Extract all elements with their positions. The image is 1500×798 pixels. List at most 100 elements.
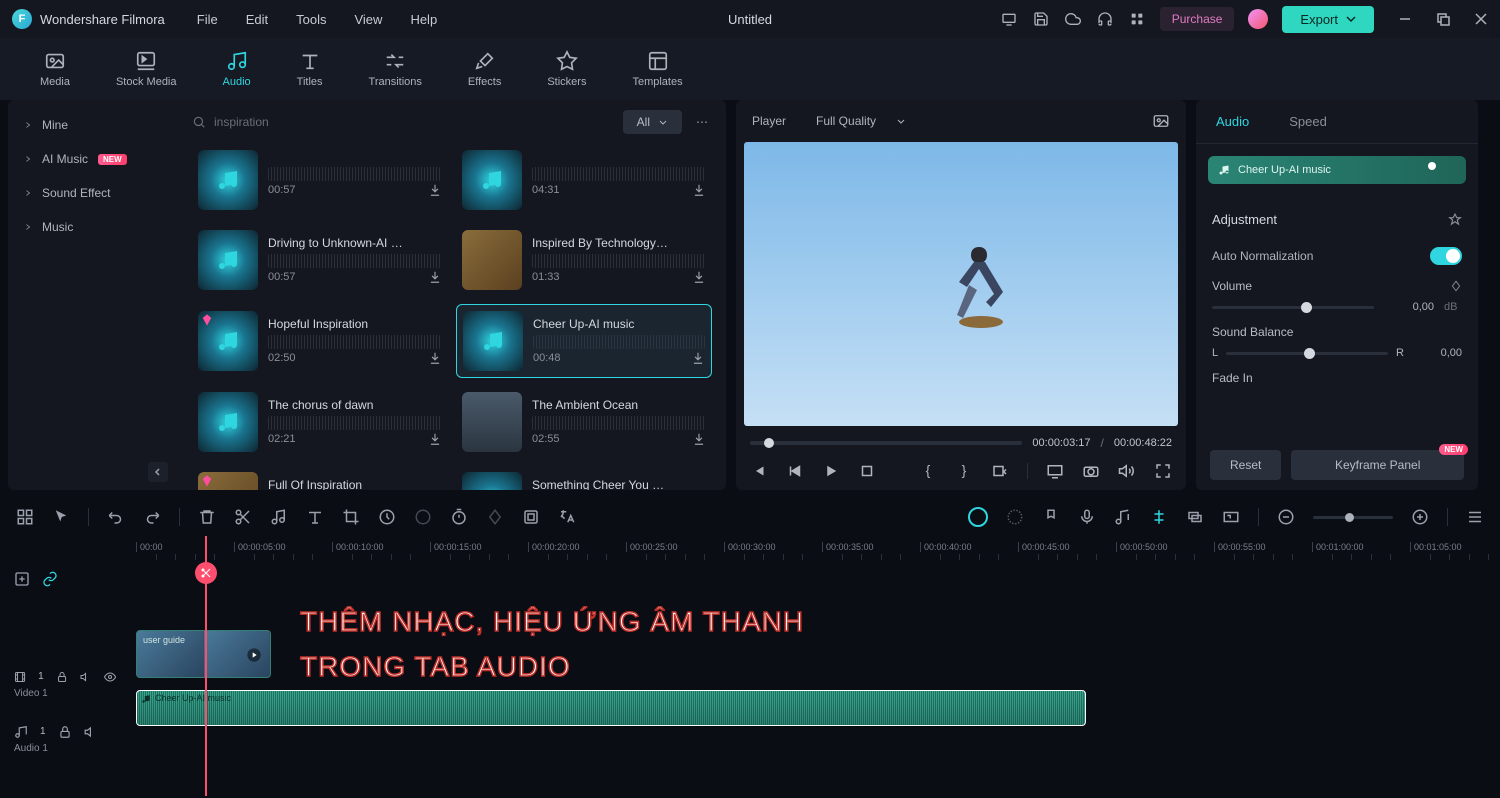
- audio-card[interactable]: The Ambient Ocean 02:55: [456, 386, 712, 458]
- video-lane[interactable]: user guide THÊM NHẠC, HIỆU ỨNG ÂM THANH …: [130, 624, 1500, 684]
- zoom-out-icon[interactable]: [1277, 508, 1295, 526]
- play-icon[interactable]: [822, 462, 840, 480]
- music-beat-icon[interactable]: [270, 508, 288, 526]
- balance-value[interactable]: 0,00: [1412, 347, 1462, 359]
- link-icon[interactable]: [42, 571, 58, 587]
- tab-stickers[interactable]: Stickers: [547, 50, 586, 88]
- prev-frame-icon[interactable]: [750, 462, 768, 480]
- video-clip[interactable]: user guide: [136, 630, 271, 678]
- color-icon[interactable]: [414, 508, 432, 526]
- undo-icon[interactable]: [107, 508, 125, 526]
- menu-view[interactable]: View: [354, 12, 382, 27]
- reset-button[interactable]: Reset: [1210, 450, 1281, 480]
- props-tab-speed[interactable]: Speed: [1269, 100, 1347, 143]
- clip-options-icon[interactable]: [991, 462, 1009, 480]
- speed-icon[interactable]: [378, 508, 396, 526]
- menu-help[interactable]: Help: [410, 12, 437, 27]
- tab-transitions[interactable]: Transitions: [369, 50, 422, 88]
- text-icon[interactable]: [306, 508, 324, 526]
- volume-value[interactable]: 0,00: [1384, 301, 1434, 313]
- fullscreen-icon[interactable]: [1154, 462, 1172, 480]
- audio-card[interactable]: 00:57: [192, 144, 448, 216]
- split-icon[interactable]: [234, 508, 252, 526]
- mixer-icon[interactable]: [1114, 508, 1132, 526]
- render-button[interactable]: [968, 507, 988, 527]
- sidebar-item-mine[interactable]: Mine: [8, 108, 178, 142]
- layout-icon[interactable]: [16, 508, 34, 526]
- props-tab-audio[interactable]: Audio: [1196, 100, 1269, 143]
- balance-slider[interactable]: [1226, 352, 1388, 355]
- add-track-icon[interactable]: [14, 571, 30, 587]
- tab-titles[interactable]: Titles: [297, 50, 323, 88]
- download-icon[interactable]: [428, 270, 442, 284]
- tab-templates[interactable]: Templates: [632, 50, 682, 88]
- tab-media[interactable]: Media: [40, 50, 70, 88]
- volume-slider[interactable]: [1212, 306, 1374, 309]
- keyframe-diamond-icon[interactable]: [1450, 280, 1462, 292]
- stop-icon[interactable]: [858, 462, 876, 480]
- timeline-ruler[interactable]: 00:0000:00:05:0000:00:10:0000:00:15:0000…: [130, 536, 1500, 564]
- ratio-icon[interactable]: [1222, 508, 1240, 526]
- mask-icon[interactable]: [522, 508, 540, 526]
- visibility-icon[interactable]: [104, 670, 116, 684]
- mark-in-icon[interactable]: {: [919, 462, 937, 480]
- keyframe-panel-button[interactable]: Keyframe PanelNEW: [1291, 450, 1464, 480]
- mute-icon[interactable]: [80, 670, 92, 684]
- sidebar-collapse-button[interactable]: [148, 462, 168, 482]
- snapshot-icon[interactable]: [1152, 112, 1170, 130]
- download-icon[interactable]: [428, 351, 442, 365]
- quality-select[interactable]: Full Quality: [816, 114, 906, 128]
- pointer-icon[interactable]: [52, 508, 70, 526]
- filter-dropdown[interactable]: All: [623, 110, 682, 134]
- section-adjustment[interactable]: Adjustment: [1212, 200, 1462, 239]
- menu-tools[interactable]: Tools: [296, 12, 326, 27]
- group-icon[interactable]: [1186, 508, 1204, 526]
- cloud-icon[interactable]: [1064, 10, 1082, 28]
- apps-icon[interactable]: [1128, 10, 1146, 28]
- tab-stock-media[interactable]: Stock Media: [116, 50, 177, 88]
- sidebar-item-ai-music[interactable]: AI MusicNEW: [8, 142, 178, 176]
- download-icon[interactable]: [692, 432, 706, 446]
- search-input[interactable]: inspiration: [192, 115, 613, 129]
- auto-norm-toggle[interactable]: [1430, 247, 1462, 265]
- audio-card[interactable]: Hopeful Inspiration 02:50: [192, 304, 448, 378]
- crop-icon[interactable]: [342, 508, 360, 526]
- menu-edit[interactable]: Edit: [246, 12, 268, 27]
- audio-clip[interactable]: Cheer Up-AI music: [136, 690, 1086, 726]
- marker-icon[interactable]: [1042, 508, 1060, 526]
- audio-card[interactable]: Something Cheer You …: [456, 466, 712, 490]
- scrub-bar[interactable]: [750, 441, 1022, 445]
- audio-card[interactable]: Inspired By Technology… 01:33: [456, 224, 712, 296]
- close-icon[interactable]: [1474, 12, 1488, 26]
- avatar[interactable]: [1248, 9, 1268, 29]
- tab-effects[interactable]: Effects: [468, 50, 501, 88]
- more-options-icon[interactable]: ⋯: [692, 112, 712, 132]
- selected-clip-chip[interactable]: Cheer Up-AI music: [1208, 156, 1466, 184]
- tab-audio[interactable]: Audio: [223, 50, 251, 88]
- download-icon[interactable]: [428, 432, 442, 446]
- download-icon[interactable]: [691, 351, 705, 365]
- audio-card[interactable]: Cheer Up-AI music 00:48: [456, 304, 712, 378]
- maximize-icon[interactable]: [1436, 12, 1450, 26]
- redo-icon[interactable]: [143, 508, 161, 526]
- play-back-icon[interactable]: [786, 462, 804, 480]
- export-button[interactable]: Export: [1282, 6, 1374, 33]
- translate-icon[interactable]: [558, 508, 576, 526]
- timer-icon[interactable]: [450, 508, 468, 526]
- keyframe-icon[interactable]: [486, 508, 504, 526]
- video-preview[interactable]: [744, 142, 1178, 426]
- lock-icon[interactable]: [58, 725, 72, 739]
- audio-card[interactable]: Driving to Unknown-AI … 00:57: [192, 224, 448, 296]
- audio-card[interactable]: 04:31: [456, 144, 712, 216]
- download-icon[interactable]: [428, 183, 442, 197]
- zoom-slider[interactable]: [1313, 516, 1393, 519]
- volume-icon[interactable]: [1118, 462, 1136, 480]
- download-icon[interactable]: [692, 270, 706, 284]
- mark-out-icon[interactable]: }: [955, 462, 973, 480]
- download-icon[interactable]: [692, 183, 706, 197]
- audio-lane[interactable]: Cheer Up-AI music: [130, 684, 1500, 734]
- mute-icon[interactable]: [84, 725, 98, 739]
- snap-icon[interactable]: [1150, 508, 1168, 526]
- audio-card[interactable]: Full Of Inspiration: [192, 466, 448, 490]
- lock-icon[interactable]: [56, 670, 68, 684]
